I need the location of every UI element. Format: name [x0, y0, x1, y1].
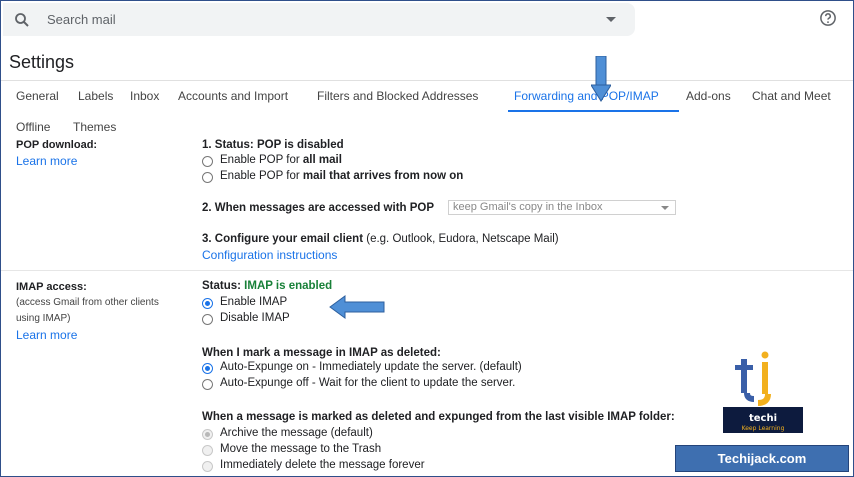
- chevron-down-icon: [661, 206, 669, 210]
- page-title: Settings: [9, 52, 75, 72]
- imap-deleted-heading: When I mark a message in IMAP as deleted…: [202, 347, 441, 359]
- imap-access-label: IMAP access:: [16, 281, 87, 293]
- search-options-icon[interactable]: [606, 17, 616, 22]
- help-icon[interactable]: [819, 9, 837, 27]
- svg-text:Keep Learning: Keep Learning: [742, 425, 785, 432]
- imap-learn-more-link[interactable]: Learn more: [16, 328, 77, 342]
- tab-chat-and-meet[interactable]: Chat and Meet: [752, 89, 831, 103]
- enable-imap-label: Enable IMAP: [220, 296, 288, 308]
- gmail-settings-window: Search mail Settings General Labels Inbo…: [0, 0, 854, 477]
- pop-enable-all-label: Enable POP for all mail: [220, 154, 342, 166]
- pop-enable-all-radio[interactable]: [202, 156, 213, 167]
- imap-subtitle-2: using IMAP): [16, 313, 71, 324]
- imap-expunged-heading: When a message is marked as deleted and …: [202, 411, 675, 423]
- archive-message-radio[interactable]: [202, 429, 213, 440]
- tab-accounts-and-import[interactable]: Accounts and Import: [178, 89, 288, 103]
- section-divider: [1, 270, 853, 271]
- pop-download-label: POP download:: [16, 139, 98, 151]
- imap-subtitle-1: (access Gmail from other clients: [16, 297, 159, 308]
- configuration-instructions-link[interactable]: Configuration instructions: [202, 248, 337, 262]
- imap-status: Status: IMAP is enabled: [202, 280, 333, 292]
- tab-themes[interactable]: Themes: [73, 120, 116, 134]
- pop-learn-more-link[interactable]: Learn more: [16, 154, 77, 168]
- move-to-trash-label: Move the message to the Trash: [220, 443, 382, 455]
- techijack-logo: techi Keep Learning: [723, 351, 803, 433]
- active-tab-indicator: [508, 110, 679, 112]
- tab-labels[interactable]: Labels: [78, 89, 113, 103]
- tab-filters-and-blocked-addresses[interactable]: Filters and Blocked Addresses: [317, 89, 478, 103]
- pop-enable-new-label: Enable POP for mail that arrives from no…: [220, 170, 464, 182]
- delete-forever-label: Immediately delete the message forever: [220, 459, 425, 471]
- disable-imap-label: Disable IMAP: [220, 312, 290, 324]
- pop-access-question: 2. When messages are accessed with POP: [202, 202, 435, 214]
- pop-status: 1. Status: POP is disabled: [202, 139, 344, 151]
- move-to-trash-radio[interactable]: [202, 445, 213, 456]
- search-icon: [15, 13, 29, 27]
- tab-offline[interactable]: Offline: [16, 120, 50, 134]
- auto-expunge-off-radio[interactable]: [202, 379, 213, 390]
- pop-action-select[interactable]: keep Gmail's copy in the Inbox: [448, 200, 676, 215]
- enable-imap-radio[interactable]: [202, 298, 213, 309]
- auto-expunge-off-label: Auto-Expunge off - Wait for the client t…: [220, 377, 516, 389]
- search-input[interactable]: Search mail: [47, 12, 116, 27]
- disable-imap-radio[interactable]: [202, 314, 213, 325]
- auto-expunge-on-label: Auto-Expunge on - Immediately update the…: [220, 361, 522, 373]
- svg-text:techi: techi: [749, 413, 777, 424]
- delete-forever-radio[interactable]: [202, 461, 213, 472]
- tab-forwarding-and-pop-imap[interactable]: Forwarding and POP/IMAP: [514, 89, 659, 103]
- archive-message-label: Archive the message (default): [220, 427, 373, 439]
- search-bar[interactable]: Search mail: [3, 3, 635, 36]
- techijack-site-banner: Techijack.com: [675, 445, 849, 472]
- configure-client-text: 3. Configure your email client (e.g. Out…: [202, 233, 559, 245]
- annotation-arrow-down-icon: [591, 56, 611, 102]
- tab-add-ons[interactable]: Add-ons: [686, 89, 731, 103]
- auto-expunge-on-radio[interactable]: [202, 363, 213, 374]
- tab-inbox[interactable]: Inbox: [130, 89, 159, 103]
- tab-general[interactable]: General: [16, 89, 59, 103]
- divider: [1, 80, 853, 81]
- annotation-arrow-left-icon: [329, 295, 385, 319]
- pop-enable-new-radio[interactable]: [202, 172, 213, 183]
